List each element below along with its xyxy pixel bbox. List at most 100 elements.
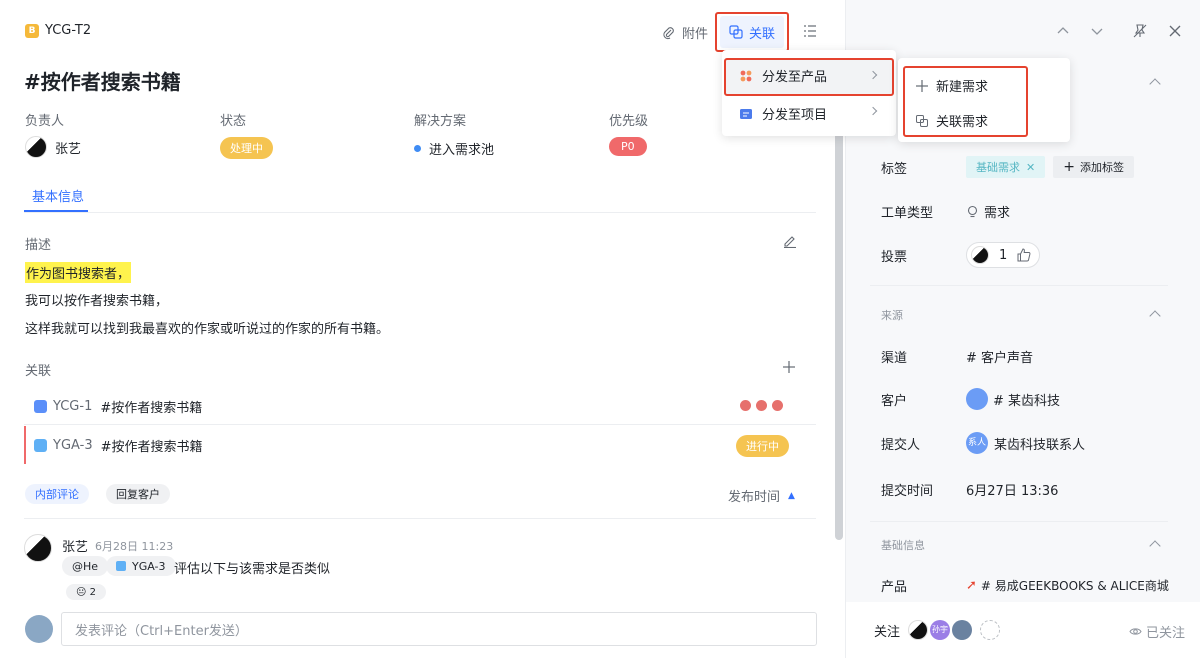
- submit-time-row: 提交时间 6月27日 13:36: [881, 480, 1058, 499]
- assignee-label: 负责人: [25, 114, 65, 129]
- tab-basic-info[interactable]: 基本信息: [32, 186, 84, 205]
- attachment-label: 附件: [682, 27, 709, 42]
- followed-label: 已关注: [1146, 626, 1186, 641]
- avatar: [908, 620, 929, 640]
- followed-button[interactable]: 已关注: [1129, 622, 1185, 641]
- thumbs-up-icon: [1017, 248, 1031, 262]
- highlight-box: [903, 66, 1028, 137]
- collapse-icon[interactable]: [1149, 310, 1161, 322]
- type-row: 工单类型 需求: [881, 202, 1010, 221]
- company-icon: [966, 388, 988, 410]
- tab-internal-comments[interactable]: 内部评论: [25, 484, 89, 504]
- comment-input[interactable]: 发表评论（Ctrl+Enter发送）: [61, 612, 817, 646]
- divider: [870, 521, 1168, 522]
- status-badge[interactable]: 进行中: [736, 435, 789, 457]
- reaction-chip[interactable]: 😐 2: [66, 584, 106, 600]
- relations-label: 关联: [25, 364, 52, 379]
- channel-label: 渠道: [881, 351, 908, 366]
- vote-row: 投票 1: [881, 242, 1041, 268]
- basic-section-title: 基础信息: [881, 539, 925, 552]
- edit-icon[interactable]: [782, 233, 797, 252]
- customer-value[interactable]: # 某齿科技: [993, 390, 1060, 409]
- submitter-row: 提交人 系人 某齿科技联系人: [881, 432, 1085, 454]
- tab-reply-customer[interactable]: 回复客户: [106, 484, 170, 504]
- eye-icon: [1129, 628, 1142, 635]
- customer-row: 客户 # 某齿科技: [881, 388, 1060, 410]
- plus-icon: +: [1063, 159, 1075, 175]
- ticket-type-icon: B: [25, 24, 39, 38]
- relation-row[interactable]: YGA-3 #按作者搜索书籍 进行中: [24, 426, 816, 464]
- add-relation-icon[interactable]: [782, 360, 796, 374]
- divider: [24, 518, 816, 519]
- assignee-field[interactable]: 张艺: [25, 136, 81, 158]
- relation-row[interactable]: YCG-1 #按作者搜索书籍: [24, 388, 816, 424]
- sort-label: 发布时间: [728, 490, 781, 505]
- collapse-icon[interactable]: [1149, 540, 1161, 552]
- relation-id: YGA-3: [53, 437, 93, 453]
- customer-label: 客户: [881, 393, 908, 409]
- avatar: [25, 136, 47, 158]
- type-value[interactable]: 需求: [966, 202, 1010, 221]
- source-section-title: 来源: [881, 309, 903, 322]
- close-icon[interactable]: [1168, 24, 1182, 42]
- ticket-id: YCG-T2: [45, 23, 92, 38]
- product-value[interactable]: # 易成GEEKBOOKS & ALICE商城: [981, 577, 1169, 594]
- relation-id: YCG-1: [53, 398, 93, 414]
- type-text: 需求: [984, 206, 1011, 221]
- collapse-icon[interactable]: [1149, 78, 1161, 90]
- comment-time: 6月28日 11:23: [95, 540, 174, 553]
- more-dots-icon[interactable]: [740, 400, 783, 411]
- vote-button[interactable]: 1: [966, 242, 1041, 268]
- solution-dot-icon: [414, 145, 421, 152]
- ref-chip[interactable]: YGA-3: [106, 556, 176, 576]
- status-badge[interactable]: 处理中: [220, 137, 273, 159]
- relation-title: #按作者搜索书籍: [100, 439, 203, 455]
- divider: [24, 424, 816, 425]
- description-line-1: 作为图书搜索者，: [25, 262, 132, 283]
- chevron-down-icon[interactable]: [1090, 24, 1104, 42]
- channel-value[interactable]: # 客户声音: [966, 347, 1033, 366]
- menu-item-distribute-project[interactable]: 分发至项目: [740, 104, 880, 123]
- divider: [24, 212, 816, 213]
- mention-chip[interactable]: @He: [62, 556, 109, 576]
- requirement-icon: [34, 399, 47, 413]
- assignee-name: 张艺: [55, 141, 82, 157]
- attachment-button[interactable]: 附件: [662, 23, 708, 42]
- follow-label: 关注: [874, 624, 901, 640]
- submitter-label: 提交人: [881, 437, 921, 453]
- close-icon[interactable]: ✕: [1026, 161, 1035, 174]
- avatar: 孙宇: [930, 620, 951, 640]
- solution-field[interactable]: 进入需求池: [414, 139, 494, 158]
- unpin-icon[interactable]: [1132, 23, 1148, 43]
- sort-icon: ▲: [788, 490, 795, 501]
- channel-row: 渠道 # 客户声音: [881, 347, 1033, 366]
- add-tag-label: 添加标签: [1079, 161, 1124, 174]
- submit-time-label: 提交时间: [881, 484, 934, 499]
- avatar: [971, 246, 989, 264]
- comment-text: 评估以下与该需求是否类似: [174, 562, 331, 577]
- ref-id: YGA-3: [132, 559, 166, 573]
- description-line-2: 我可以按作者搜索书籍，: [25, 294, 169, 309]
- avatar: 系人: [966, 432, 988, 454]
- priority-label: 优先级: [609, 114, 649, 129]
- follow-row: 关注 孙宇: [874, 620, 1001, 640]
- solution-label: 解决方案: [414, 114, 467, 129]
- project-icon: [740, 108, 752, 119]
- description-line-3: 这样我就可以找到我最喜欢的作家或听说过的作家的所有书籍。: [25, 322, 390, 337]
- sort-button[interactable]: 发布时间 ▲: [728, 486, 795, 505]
- menu-item-label: 分发至项目: [762, 108, 828, 123]
- highlight-box: [715, 12, 789, 52]
- priority-badge[interactable]: P0: [609, 137, 647, 156]
- add-follower-icon[interactable]: [980, 620, 1001, 640]
- submit-time-value: 6月27日 13:36: [966, 484, 1059, 499]
- submitter-value[interactable]: 某齿科技联系人: [994, 434, 1085, 453]
- rocket-icon: ➚: [966, 578, 977, 593]
- chevron-up-icon[interactable]: [1056, 24, 1070, 42]
- comment-author: 张艺: [62, 540, 89, 555]
- list-view-icon[interactable]: [803, 24, 817, 42]
- paperclip-icon: [663, 26, 674, 39]
- tags-label: 标签: [881, 161, 908, 177]
- add-tag-button[interactable]: + 添加标签: [1053, 156, 1134, 178]
- type-label: 工单类型: [881, 206, 934, 221]
- tag-chip[interactable]: 基础需求 ✕: [966, 156, 1046, 178]
